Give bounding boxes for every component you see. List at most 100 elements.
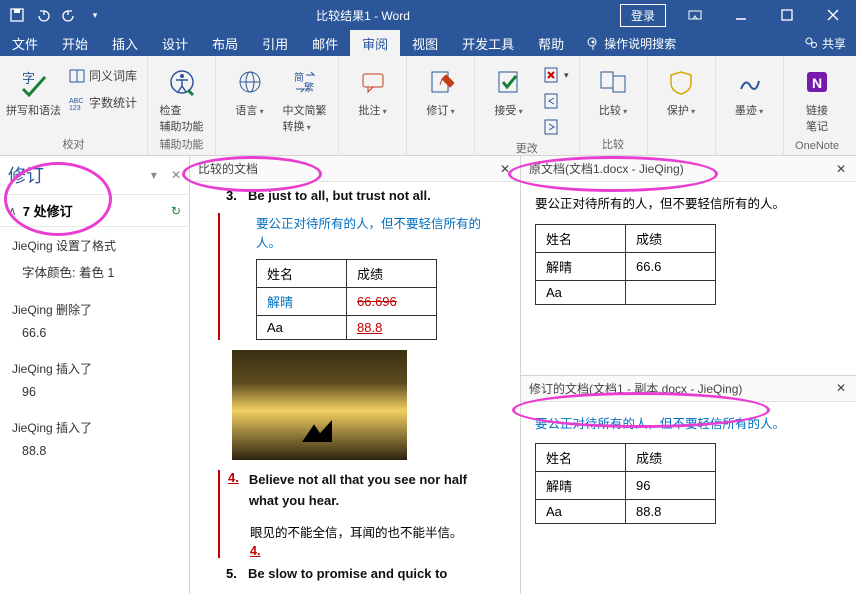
source-docs-column: 原文档(文档1.docx - JieQing) ✕ 要公正对待所有的人，但不要轻… bbox=[521, 156, 856, 594]
close-icon[interactable] bbox=[810, 0, 856, 30]
compared-doc-title: 比较的文档 bbox=[198, 160, 498, 177]
accept-button[interactable]: 接受 bbox=[481, 60, 536, 118]
ribbon-group-onenote: N 链接 笔记 OneNote bbox=[784, 56, 851, 155]
rev-entry[interactable]: JieQing 设置了格式 bbox=[0, 227, 189, 258]
language-icon bbox=[234, 66, 266, 98]
save-icon[interactable] bbox=[6, 4, 28, 26]
next-change-button[interactable] bbox=[540, 116, 573, 138]
compare-icon bbox=[597, 66, 629, 98]
pane-close-icon[interactable]: ✕ bbox=[834, 381, 848, 395]
convert-icon: 简繁 bbox=[289, 66, 321, 98]
onenote-icon: N bbox=[801, 66, 833, 98]
original-table: 姓名成绩 解晴66.6 Aa bbox=[535, 224, 716, 305]
titlebar: ▾ 比较结果1 - Word 登录 bbox=[0, 0, 856, 30]
tellme-label: 操作说明搜索 bbox=[604, 35, 676, 52]
tab-home[interactable]: 开始 bbox=[50, 30, 100, 56]
redo-icon[interactable] bbox=[58, 4, 80, 26]
pane-close-icon[interactable]: ✕ bbox=[498, 162, 512, 176]
revisions-pane-title: 修订 bbox=[8, 162, 151, 188]
ink-icon bbox=[733, 66, 765, 98]
language-button[interactable]: 语言 bbox=[222, 60, 277, 118]
original-doc-pane: 原文档(文档1.docx - JieQing) ✕ 要公正对待所有的人，但不要轻… bbox=[521, 156, 856, 376]
spelling-icon: 字 bbox=[18, 66, 50, 98]
tab-insert[interactable]: 插入 bbox=[100, 30, 150, 56]
onenote-button[interactable]: N 链接 笔记 bbox=[790, 60, 845, 134]
thesaurus-button[interactable]: 同义词库 bbox=[65, 64, 141, 87]
spelling-button[interactable]: 字 拼写和语法 bbox=[6, 60, 61, 118]
revisions-count: 7 处修订 bbox=[23, 201, 73, 220]
tellme-search[interactable]: 操作说明搜索 bbox=[576, 30, 686, 56]
revised-doc-pane: 修订的文档(文档1 - 副本.docx - JieQing) ✕ 要公正对待所有… bbox=[521, 376, 856, 594]
tab-help[interactable]: 帮助 bbox=[526, 30, 576, 56]
ribbon-label-onenote: OneNote bbox=[784, 138, 851, 155]
revpane-collapse-icon[interactable]: ∧ bbox=[8, 204, 17, 218]
track-icon bbox=[425, 66, 457, 98]
rev-detail: 字体颜色: 着色 1 bbox=[0, 258, 189, 291]
rev-entry[interactable]: JieQing 插入了 bbox=[0, 409, 189, 440]
maximize-icon[interactable] bbox=[764, 0, 810, 30]
accessibility-button[interactable]: 检查 辅助功能 bbox=[154, 60, 209, 134]
convert-button[interactable]: 简繁 中文简繁 转换 bbox=[277, 60, 332, 134]
comment-icon bbox=[357, 66, 389, 98]
ribbon-group-protect: 保护 bbox=[648, 56, 716, 155]
accept-icon bbox=[493, 66, 525, 98]
share-button[interactable]: 共享 bbox=[794, 30, 856, 56]
rev-detail: 66.6 bbox=[0, 322, 189, 350]
compare-button[interactable]: 比较 bbox=[586, 60, 641, 118]
rev-entry[interactable]: JieQing 删除了 bbox=[0, 291, 189, 322]
quick-access-toolbar: ▾ bbox=[0, 4, 106, 26]
ribbon-options-icon[interactable] bbox=[672, 0, 718, 30]
revpane-dropdown-icon[interactable]: ▾ bbox=[151, 168, 157, 182]
track-changes-button[interactable]: 修订 bbox=[413, 60, 468, 118]
ribbon-group-accessibility: 检查 辅助功能 辅助功能 bbox=[148, 56, 216, 155]
tab-view[interactable]: 视图 bbox=[400, 30, 450, 56]
window-title: 比较结果1 - Word bbox=[106, 7, 620, 24]
revisions-list: JieQing 设置了格式 字体颜色: 着色 1 JieQing 删除了 66.… bbox=[0, 227, 189, 594]
ribbon-group-ink: 墨迹 bbox=[716, 56, 784, 155]
tab-developer[interactable]: 开发工具 bbox=[450, 30, 526, 56]
share-label: 共享 bbox=[822, 35, 846, 52]
original-doc-body[interactable]: 要公正对待所有的人，但不要轻信所有的人。 姓名成绩 解晴66.6 Aa bbox=[521, 182, 856, 375]
doc-line: 要公正对待所有的人，但不要轻信所有的人。 bbox=[256, 213, 500, 251]
window-controls: 登录 bbox=[620, 0, 856, 30]
ribbon-label-accessibility: 辅助功能 bbox=[148, 134, 215, 155]
svg-text:繁: 繁 bbox=[304, 81, 314, 94]
tab-file[interactable]: 文件 bbox=[0, 30, 50, 56]
svg-text:N: N bbox=[812, 75, 822, 91]
shield-icon bbox=[665, 66, 697, 98]
qat-dropdown-icon[interactable]: ▾ bbox=[84, 4, 106, 26]
ribbon-group-comments: 批注 bbox=[339, 56, 407, 155]
comment-button[interactable]: 批注 bbox=[345, 60, 400, 118]
menubar: 文件 开始 插入 设计 布局 引用 邮件 审阅 视图 开发工具 帮助 操作说明搜… bbox=[0, 30, 856, 56]
revpane-close-icon[interactable]: ✕ bbox=[171, 168, 181, 182]
protect-button[interactable]: 保护 bbox=[654, 60, 709, 118]
ribbon: 字 拼写和语法 同义词库 ABC123字数统计 校对 检查 辅助功能 辅助功能 … bbox=[0, 56, 856, 156]
rev-entry[interactable]: JieQing 插入了 bbox=[0, 350, 189, 381]
tab-review[interactable]: 审阅 bbox=[350, 30, 400, 56]
ribbon-label-compare: 比较 bbox=[580, 134, 647, 155]
svg-text:123: 123 bbox=[69, 105, 81, 111]
compared-doc-body[interactable]: 3. Be just to all, but trust not all. 要公… bbox=[190, 182, 520, 594]
svg-text:字: 字 bbox=[22, 71, 35, 86]
minimize-icon[interactable] bbox=[718, 0, 764, 30]
undo-icon[interactable] bbox=[32, 4, 54, 26]
wordcount-button[interactable]: ABC123字数统计 bbox=[65, 91, 141, 114]
ribbon-group-tracking: 修订 bbox=[407, 56, 475, 155]
compared-doc-pane: 比较的文档 ✕ 3. Be just to all, but trust not… bbox=[190, 156, 521, 594]
reject-button[interactable]: ▾ bbox=[540, 64, 573, 86]
tab-references[interactable]: 引用 bbox=[250, 30, 300, 56]
tab-mailings[interactable]: 邮件 bbox=[300, 30, 350, 56]
prev-change-button[interactable] bbox=[540, 90, 573, 112]
pane-close-icon[interactable]: ✕ bbox=[834, 162, 848, 176]
revised-doc-title: 修订的文档(文档1 - 副本.docx - JieQing) bbox=[529, 380, 834, 397]
ink-button[interactable]: 墨迹 bbox=[722, 60, 777, 118]
refresh-icon[interactable]: ↻ bbox=[171, 204, 181, 218]
document-image bbox=[232, 350, 407, 460]
svg-text:ABC: ABC bbox=[69, 98, 83, 105]
login-button[interactable]: 登录 bbox=[620, 4, 666, 27]
revised-doc-body[interactable]: 要公正对待所有的人，但不要轻信所有的人。 姓名成绩 解晴96 Aa88.8 bbox=[521, 402, 856, 594]
tab-design[interactable]: 设计 bbox=[150, 30, 200, 56]
ribbon-group-proofing: 字 拼写和语法 同义词库 ABC123字数统计 校对 bbox=[0, 56, 148, 155]
main-area: 修订 ▾ ✕ ∧ 7 处修订 ↻ JieQing 设置了格式 字体颜色: 着色 … bbox=[0, 156, 856, 594]
tab-layout[interactable]: 布局 bbox=[200, 30, 250, 56]
